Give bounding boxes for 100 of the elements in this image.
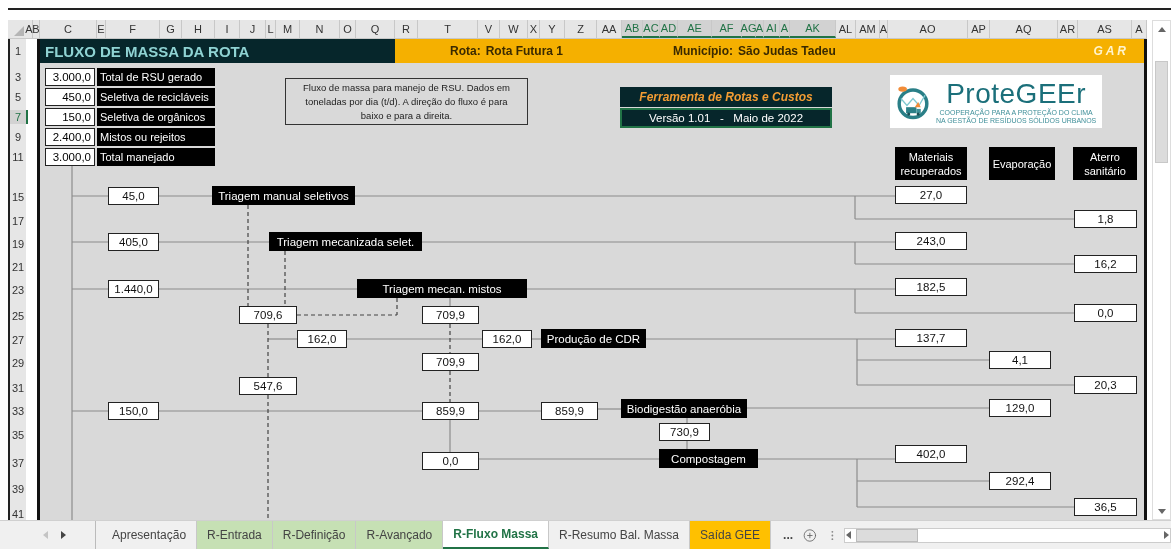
row-header[interactable]: 31: [10, 381, 26, 395]
flow-value: 405,0: [108, 233, 159, 251]
sheet-tab[interactable]: R-Definição: [272, 521, 357, 549]
process-label: Produção de CDR: [541, 329, 646, 348]
column-header[interactable]: AK: [790, 20, 836, 38]
column-header[interactable]: W: [500, 20, 528, 38]
column-header[interactable]: A: [1132, 20, 1147, 38]
column-header[interactable]: Z: [565, 20, 597, 38]
column-header[interactable]: X: [528, 20, 540, 38]
row-header[interactable]: 29: [10, 356, 26, 370]
flow-value: 859,9: [422, 402, 479, 420]
horizontal-scrollbar[interactable]: [843, 527, 1171, 543]
input-value: 450,0: [45, 88, 95, 106]
row-header[interactable]: 27: [10, 333, 26, 347]
flow-value: 45,0: [108, 187, 159, 205]
column-header[interactable]: AO: [888, 20, 968, 38]
flow-value: 162,0: [482, 330, 532, 348]
column-header[interactable]: V: [478, 20, 500, 38]
scroll-up-icon[interactable]: [1156, 25, 1167, 33]
row-header[interactable]: 15: [10, 190, 26, 204]
column-header[interactable]: T: [418, 20, 478, 38]
row-header[interactable]: 19: [10, 237, 26, 251]
input-label: Seletiva de recicláveis: [97, 88, 215, 106]
column-header[interactable]: H: [182, 20, 215, 38]
column-header[interactable]: E: [97, 20, 106, 38]
scroll-left-icon[interactable]: [844, 530, 852, 540]
add-sheet-icon[interactable]: [803, 527, 817, 543]
row-header[interactable]: 17: [10, 214, 26, 228]
flow-value: 0,0: [1074, 304, 1137, 322]
scroll-thumb[interactable]: [855, 528, 918, 542]
sheet-tab[interactable]: R-Avançado: [356, 521, 444, 549]
vertical-scrollbar[interactable]: [1152, 20, 1171, 520]
flow-value: 137,7: [895, 329, 967, 347]
flow-value: 162,0: [297, 330, 347, 348]
select-all-icon[interactable]: [14, 26, 24, 36]
column-header[interactable]: C: [40, 20, 97, 38]
row-header[interactable]: 21: [10, 260, 26, 274]
process-label: Triagem mecan. mistos: [357, 279, 527, 298]
row-header[interactable]: 33: [10, 404, 26, 418]
flow-value: 16,2: [1074, 255, 1137, 273]
scroll-down-icon[interactable]: [1156, 507, 1167, 515]
row-header[interactable]: 23: [10, 283, 26, 297]
column-header[interactable]: AI: [764, 20, 780, 38]
row-header[interactable]: 3: [10, 70, 26, 84]
row-header[interactable]: 35: [10, 428, 26, 442]
flow-value: 709,9: [422, 306, 479, 324]
row-header[interactable]: 5: [10, 90, 26, 104]
row-header[interactable]: 11: [10, 150, 26, 164]
row-header[interactable]: 41: [10, 507, 26, 521]
splitter-icon[interactable]: [830, 529, 834, 541]
scroll-thumb[interactable]: [1155, 61, 1168, 163]
column-header[interactable]: A: [880, 20, 888, 38]
column-header[interactable]: Y: [540, 20, 565, 38]
flow-value: 36,5: [1074, 498, 1137, 516]
column-header[interactable]: AB: [622, 20, 643, 38]
column-header[interactable]: J: [240, 20, 266, 38]
column-header[interactable]: AQ: [990, 20, 1058, 38]
column-header[interactable]: R: [395, 20, 418, 38]
flow-value: 547,6: [239, 377, 297, 395]
column-header[interactable]: G: [160, 20, 182, 38]
row-header[interactable]: 9: [10, 130, 26, 144]
row-header[interactable]: 25: [10, 309, 26, 323]
next-sheet-icon[interactable]: [60, 530, 67, 540]
column-header[interactable]: AD: [660, 20, 678, 38]
column-header[interactable]: AR: [1058, 20, 1078, 38]
sheet-tab[interactable]: R-Fluxo Massa: [443, 521, 549, 549]
route-label: Rota:: [450, 44, 481, 58]
column-header[interactable]: AS: [1078, 20, 1132, 38]
column-header[interactable]: AC: [643, 20, 660, 38]
scroll-right-icon[interactable]: [1163, 530, 1170, 540]
column-header[interactable]: AG: [742, 20, 756, 38]
row-header[interactable]: 39: [10, 482, 26, 496]
column-header[interactable]: Q: [356, 20, 395, 38]
column-header[interactable]: B: [33, 20, 40, 38]
municipality-label: Município:: [673, 44, 733, 58]
info-note: Fluxo de massa para manejo de RSU. Dados em toneladas por dia (t/d). A direção do fluxo é para baixo e para a direita.: [285, 78, 528, 125]
sheet-tab[interactable]: Saída GEE: [690, 521, 772, 549]
process-label: Triagem manual seletivos: [212, 186, 355, 205]
column-header[interactable]: O: [340, 20, 356, 38]
column-header[interactable]: AE: [678, 20, 712, 38]
row-header[interactable]: 1: [10, 44, 26, 58]
column-header[interactable]: AP: [968, 20, 990, 38]
column-header[interactable]: F: [106, 20, 160, 38]
flow-value: 129,0: [989, 399, 1051, 417]
column-header[interactable]: A: [26, 20, 33, 38]
column-header[interactable]: I: [215, 20, 240, 38]
column-header[interactable]: L: [266, 20, 276, 38]
flow-value: 150,0: [108, 402, 159, 420]
column-header[interactable]: AM: [856, 20, 880, 38]
version-cell[interactable]: Versão 1.01 - Maio de 2022: [620, 108, 832, 128]
column-header[interactable]: AL: [836, 20, 856, 38]
column-header[interactable]: M: [276, 20, 300, 38]
row-header[interactable]: 37: [10, 456, 26, 470]
more-sheets-button[interactable]: ...: [783, 528, 794, 542]
sheet-tab[interactable]: R-Entrada: [197, 521, 273, 549]
input-value: 2.400,0: [45, 128, 95, 146]
column-header[interactable]: N: [300, 20, 340, 38]
tool-title: Ferramenta de Rotas e Custos: [620, 87, 832, 107]
row-header[interactable]: 7: [10, 110, 28, 124]
output-header: Evaporação: [989, 147, 1055, 180]
